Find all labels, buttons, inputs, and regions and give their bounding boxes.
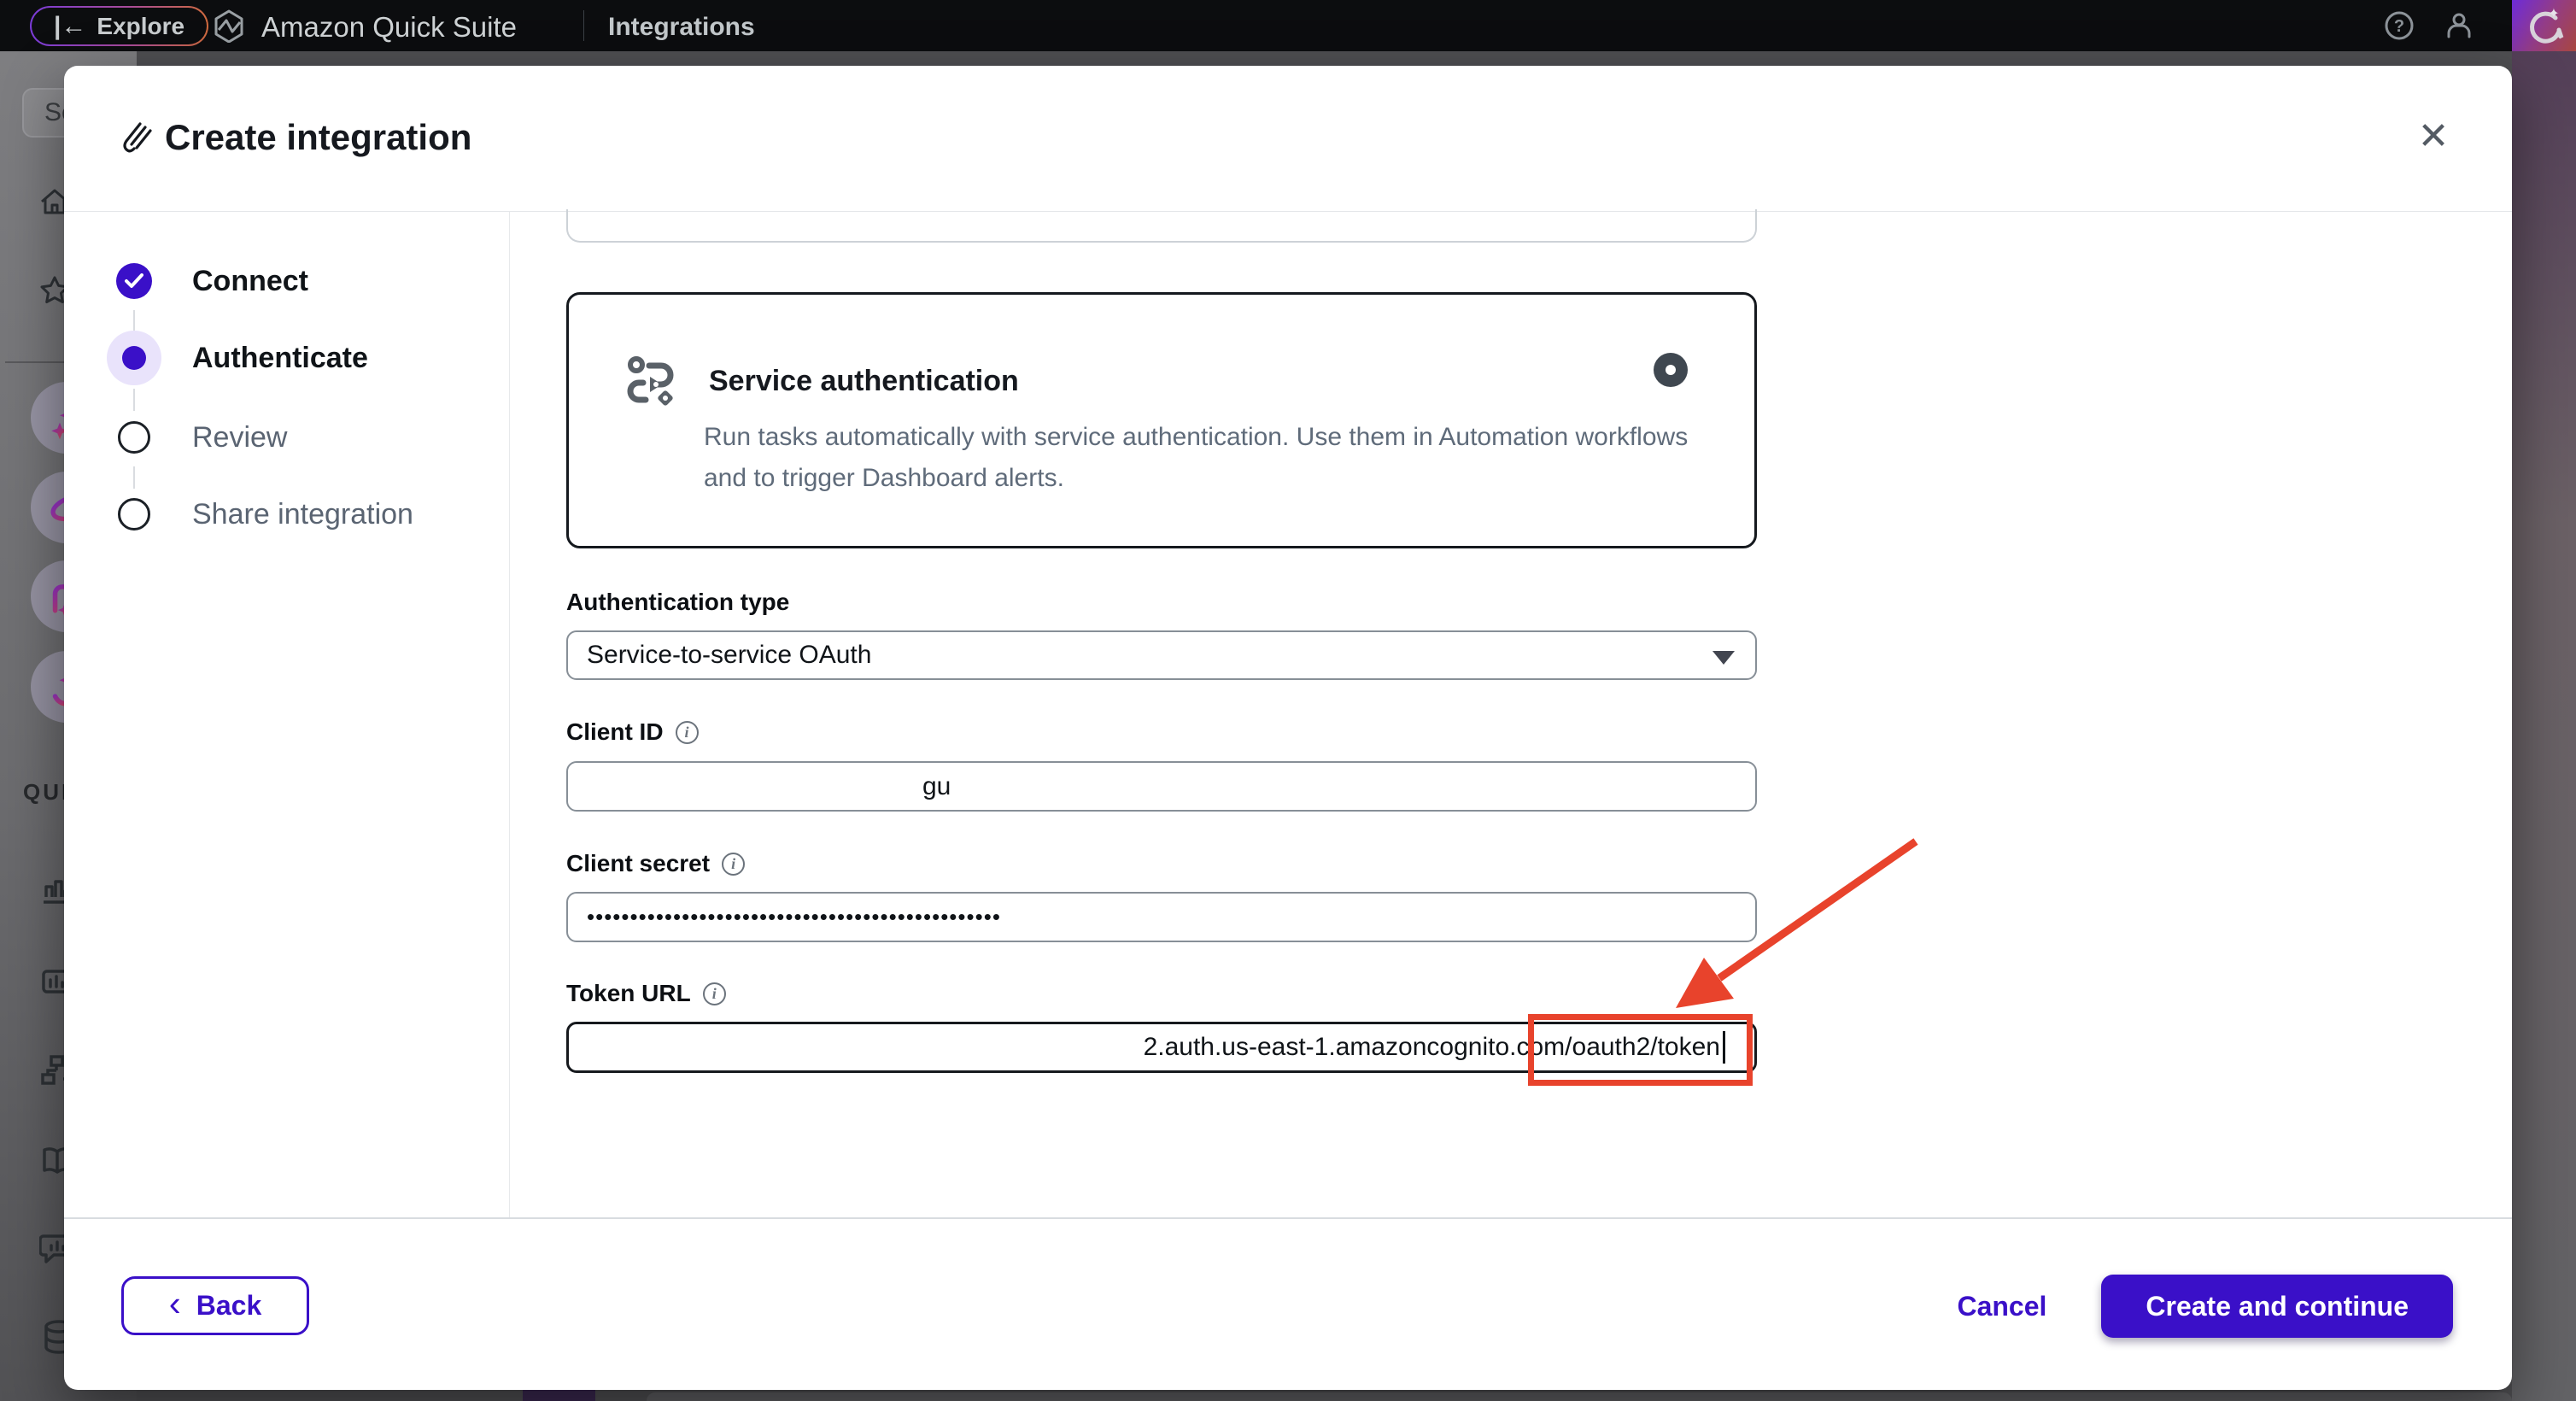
stepper-connector (133, 310, 135, 332)
auth-type-select[interactable]: Service-to-service OAuth (566, 630, 1757, 680)
step-label: Connect (192, 265, 308, 298)
app-title: Amazon Quick Suite (261, 11, 517, 44)
step-label: Review (192, 421, 287, 454)
token-url-label-text: Token URL (566, 980, 691, 1007)
info-icon[interactable]: i (722, 853, 745, 876)
create-and-continue-button[interactable]: Create and continue (2101, 1275, 2453, 1338)
step-label: Authenticate (192, 342, 368, 375)
client-secret-label-text: Client secret (566, 850, 710, 877)
client-secret-label: Client secret i (566, 850, 745, 877)
help-icon[interactable]: ? (2384, 10, 2415, 41)
svg-text:?: ? (2394, 17, 2404, 36)
auth-card-title: Service authentication (709, 365, 1019, 398)
chevron-down-icon (1712, 651, 1735, 665)
auth-type-label: Authentication type (566, 589, 789, 616)
auth-type-label-text: Authentication type (566, 589, 789, 616)
info-icon[interactable]: i (703, 982, 726, 1005)
explore-label: Explore (97, 13, 184, 40)
token-url-label: Token URL i (566, 980, 726, 1007)
right-panel-dimmed (2512, 51, 2576, 1401)
client-secret-masked-value: ••••••••••••••••••••••••••••••••••••••••… (568, 904, 1001, 930)
integration-icon (118, 119, 152, 156)
client-secret-input[interactable]: ••••••••••••••••••••••••••••••••••••••••… (566, 892, 1757, 942)
amazon-q-chat-icon: ✦ (2525, 6, 2564, 45)
background-card-edge (647, 1392, 2512, 1401)
client-id-label: Client ID i (566, 718, 699, 746)
text-cursor (1723, 1031, 1725, 1064)
service-authentication-card[interactable]: Service authentication Run tasks automat… (566, 292, 1757, 548)
client-id-label-text: Client ID (566, 718, 664, 746)
step-upcoming-circle-icon (107, 487, 161, 542)
step-current-dot-icon (107, 331, 161, 385)
background-bottom-accent (523, 1390, 595, 1401)
auth-type-selected-value: Service-to-service OAuth (587, 641, 871, 670)
chevron-left-icon: ‹ (169, 1283, 181, 1324)
radio-selected-icon[interactable] (1654, 353, 1688, 387)
top-navigation-bar: |← Explore Amazon Quick Suite Integratio… (0, 0, 2576, 51)
step-authenticate[interactable]: Authenticate (107, 331, 368, 385)
topbar-divider (583, 10, 584, 41)
step-upcoming-circle-icon (107, 410, 161, 465)
annotation-arrow (64, 66, 2512, 1390)
previous-option-card-edge (566, 209, 1757, 243)
close-icon[interactable]: ✕ (2409, 113, 2457, 161)
step-label: Share integration (192, 498, 413, 531)
footer-actions: Cancel Create and continue (1957, 1275, 2453, 1338)
modal-footer-divider (64, 1217, 2512, 1219)
step-share-integration[interactable]: Share integration (107, 487, 413, 542)
collapse-left-icon: |← (54, 12, 86, 41)
back-label: Back (196, 1290, 262, 1322)
client-id-input[interactable]: gu (566, 761, 1757, 812)
back-button[interactable]: ‹ Back (121, 1276, 309, 1335)
cancel-button[interactable]: Cancel (1957, 1291, 2046, 1322)
auth-card-description: Run tasks automatically with service aut… (704, 417, 1695, 499)
amazon-q-panel-button[interactable]: ✦ (2512, 0, 2576, 51)
quick-suite-logo-icon (212, 9, 246, 43)
token-url-input[interactable]: 2.auth.us-east-1.amazoncognito.com/oauth… (566, 1022, 1757, 1073)
stepper-connector (133, 389, 135, 411)
step-complete-check-icon (107, 254, 161, 308)
user-profile-icon[interactable] (2444, 10, 2474, 41)
breadcrumb-page-name: Integrations (608, 13, 755, 42)
token-url-value: 2.auth.us-east-1.amazoncognito.com/oauth… (1144, 1033, 1720, 1062)
stepper-connector (133, 466, 135, 489)
step-review[interactable]: Review (107, 410, 287, 465)
service-workflow-icon (625, 355, 678, 407)
client-id-value: gu (568, 772, 951, 801)
svg-text:✦: ✦ (2548, 7, 2559, 21)
step-connect[interactable]: Connect (107, 254, 308, 308)
explore-button[interactable]: |← Explore (30, 6, 208, 46)
modal-title: Create integration (165, 117, 471, 158)
stepper-column-divider (509, 212, 510, 1217)
create-integration-modal: Create integration ✕ Connect Authenticat… (64, 66, 2512, 1390)
info-icon[interactable]: i (676, 721, 699, 744)
